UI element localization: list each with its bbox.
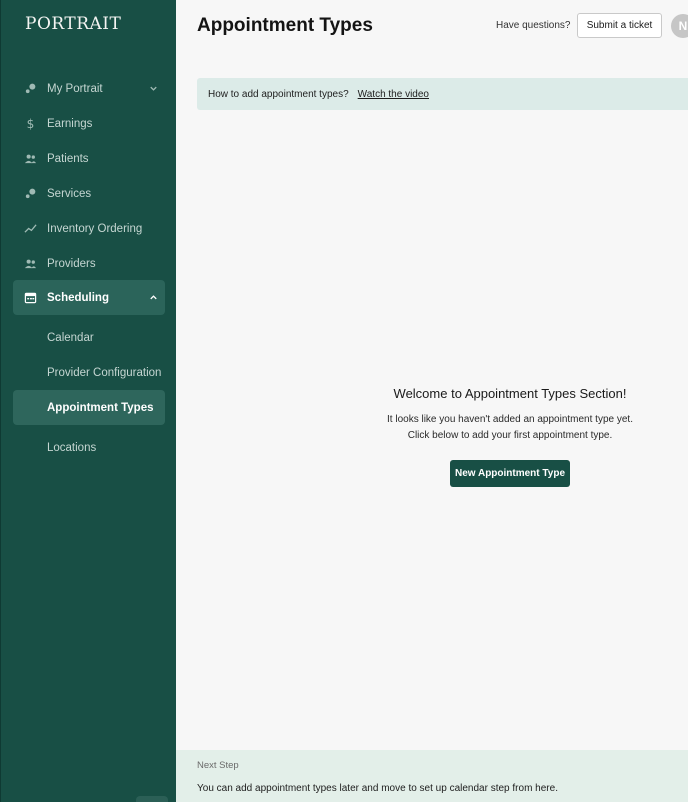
people-icon [13,152,47,165]
empty-state: Welcome to Appointment Types Section! It… [176,386,688,444]
sidebar-item-services[interactable]: Services [13,176,165,211]
next-step-footer: Next Step You can add appointment types … [176,750,688,802]
page-title: Appointment Types [197,15,373,36]
sidebar-item-label: Providers [47,257,96,270]
dollar-icon: $ [13,117,47,130]
help-text: Have questions? [496,20,571,31]
sidebar: PORTRAIT My Portrait $ Earnings Patients… [0,0,176,802]
info-banner: How to add appointment types? Watch the … [197,78,688,110]
sidebar-item-label: Services [47,187,92,200]
avatar[interactable]: N [671,14,688,38]
sidebar-item-earnings[interactable]: $ Earnings [13,106,165,141]
sidebar-item-label: Scheduling [47,291,109,304]
sidebar-item-providers[interactable]: Providers [13,246,165,281]
sidebar-item-my-portrait[interactable]: My Portrait [13,71,165,106]
portrait-logo[interactable]: PORTRAIT [25,14,121,34]
chevron-down-icon[interactable] [141,83,165,94]
sidebar-subitem-calendar[interactable]: Calendar [13,320,165,355]
sidebar-subitem-provider-configuration[interactable]: Provider Configuration [13,355,165,390]
submit-ticket-button[interactable]: Submit a ticket [577,13,662,38]
footer-text: You can add appointment types later and … [197,783,558,794]
dots-icon [13,82,47,95]
calendar-icon [13,291,47,304]
sidebar-item-inventory-ordering[interactable]: Inventory Ordering [13,211,165,246]
sidebar-subitem-appointment-types[interactable]: Appointment Types [13,390,165,425]
sidebar-item-scheduling[interactable]: Scheduling [13,280,165,315]
sidebar-item-label: My Portrait [47,82,103,95]
trend-icon [13,222,47,235]
sidebar-item-label: Patients [47,152,89,165]
banner-text: How to add appointment types? [208,88,349,100]
new-appointment-type-button[interactable]: New Appointment Type [450,460,570,487]
chevron-up-icon[interactable] [141,292,165,303]
watch-video-link[interactable]: Watch the video [358,89,429,100]
sidebar-collapse-handle[interactable] [136,796,168,802]
people-icon [13,257,47,270]
empty-state-line: Click below to add your first appointmen… [407,430,613,441]
dots-icon [13,187,47,200]
sidebar-item-label: Earnings [47,117,93,130]
empty-state-line: It looks like you haven't added an appoi… [387,414,633,425]
main-content: Appointment Types Have questions? Submit… [176,0,688,802]
svg-text:$: $ [26,117,34,130]
footer-label: Next Step [197,760,239,771]
empty-state-title: Welcome to Appointment Types Section! [393,386,627,401]
sidebar-subitem-locations[interactable]: Locations [13,430,165,465]
sidebar-item-patients[interactable]: Patients [13,141,165,176]
sidebar-item-label: Inventory Ordering [47,222,143,235]
